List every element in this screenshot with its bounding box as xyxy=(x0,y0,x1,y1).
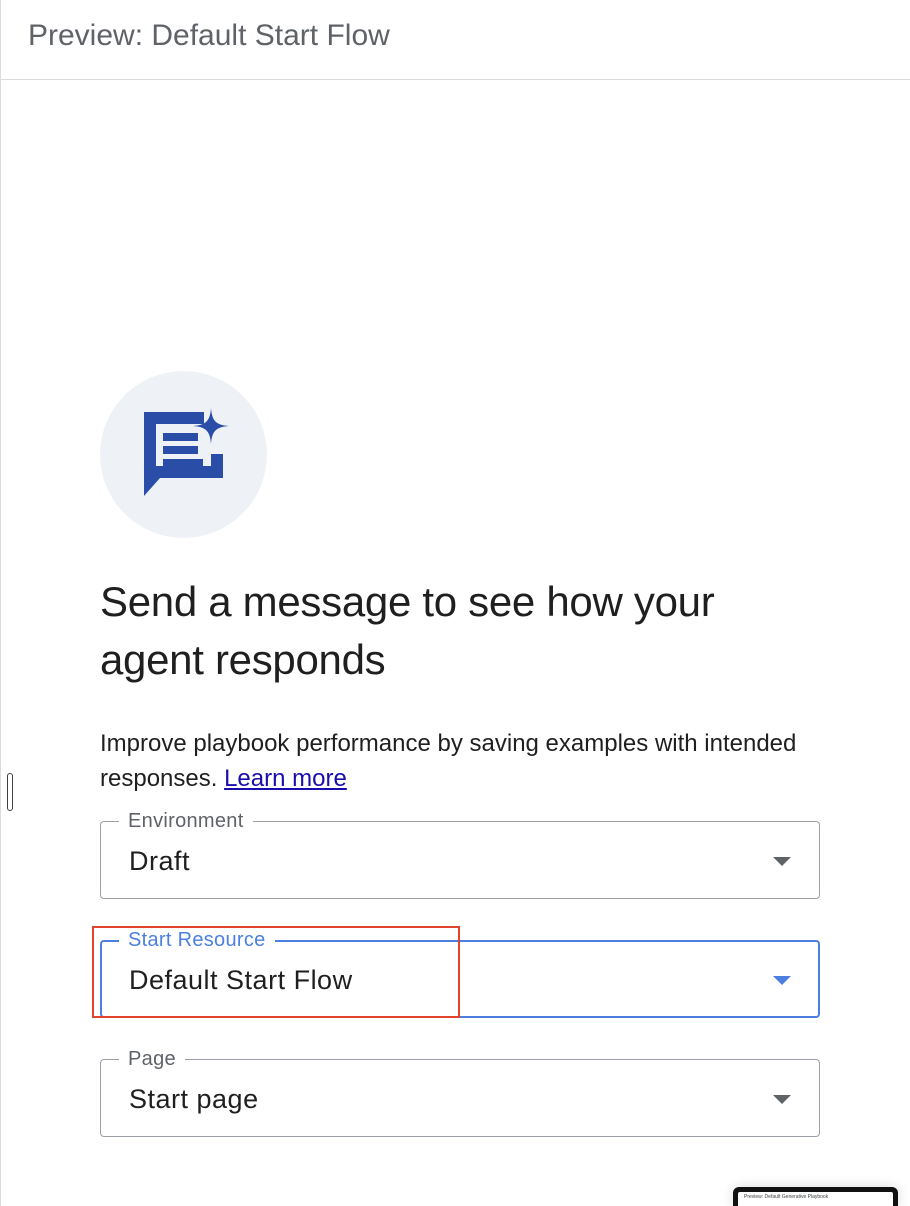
environment-label: Environment xyxy=(119,810,253,832)
start-resource-dropdown-arrow-icon xyxy=(773,976,791,985)
start-resource-label: Start Resource xyxy=(119,929,275,951)
description-text: Improve playbook performance by saving e… xyxy=(100,730,797,792)
empty-state-headline: Send a message to see how your agent res… xyxy=(100,578,715,683)
page-value: Start page xyxy=(129,1084,259,1114)
preview-title: Preview: Default Start Flow xyxy=(28,19,390,52)
chat-sparkle-icon xyxy=(144,408,229,496)
empty-state-description: Improve playbook performance by saving e… xyxy=(100,726,820,796)
environment-dropdown-arrow-icon xyxy=(773,857,791,866)
environment-value: Draft xyxy=(129,846,191,876)
start-resource-value: Default Start Flow xyxy=(129,965,353,995)
preview-header: Preview: Default Start Flow xyxy=(1,0,910,80)
thumbnail-content: Preview: Default Generative Playbook xyxy=(738,1192,893,1206)
preview-panel: Preview: Default Start Flow Send a messa… xyxy=(0,0,910,1206)
page-dropdown-arrow-icon xyxy=(773,1095,791,1104)
agent-icon-container xyxy=(100,371,267,538)
learn-more-link[interactable]: Learn more xyxy=(224,765,347,792)
page-label: Page xyxy=(119,1048,185,1070)
thumbnail-title: Preview: Default Generative Playbook xyxy=(744,1194,829,1200)
page-select[interactable]: Page Start page xyxy=(100,1048,820,1137)
environment-select[interactable]: Environment Draft xyxy=(100,810,820,899)
screenshot-thumbnail[interactable]: Preview: Default Generative Playbook xyxy=(733,1187,898,1206)
start-resource-select[interactable]: Start Resource Default Start Flow xyxy=(100,929,820,1018)
panel-resize-handle[interactable] xyxy=(7,773,13,811)
